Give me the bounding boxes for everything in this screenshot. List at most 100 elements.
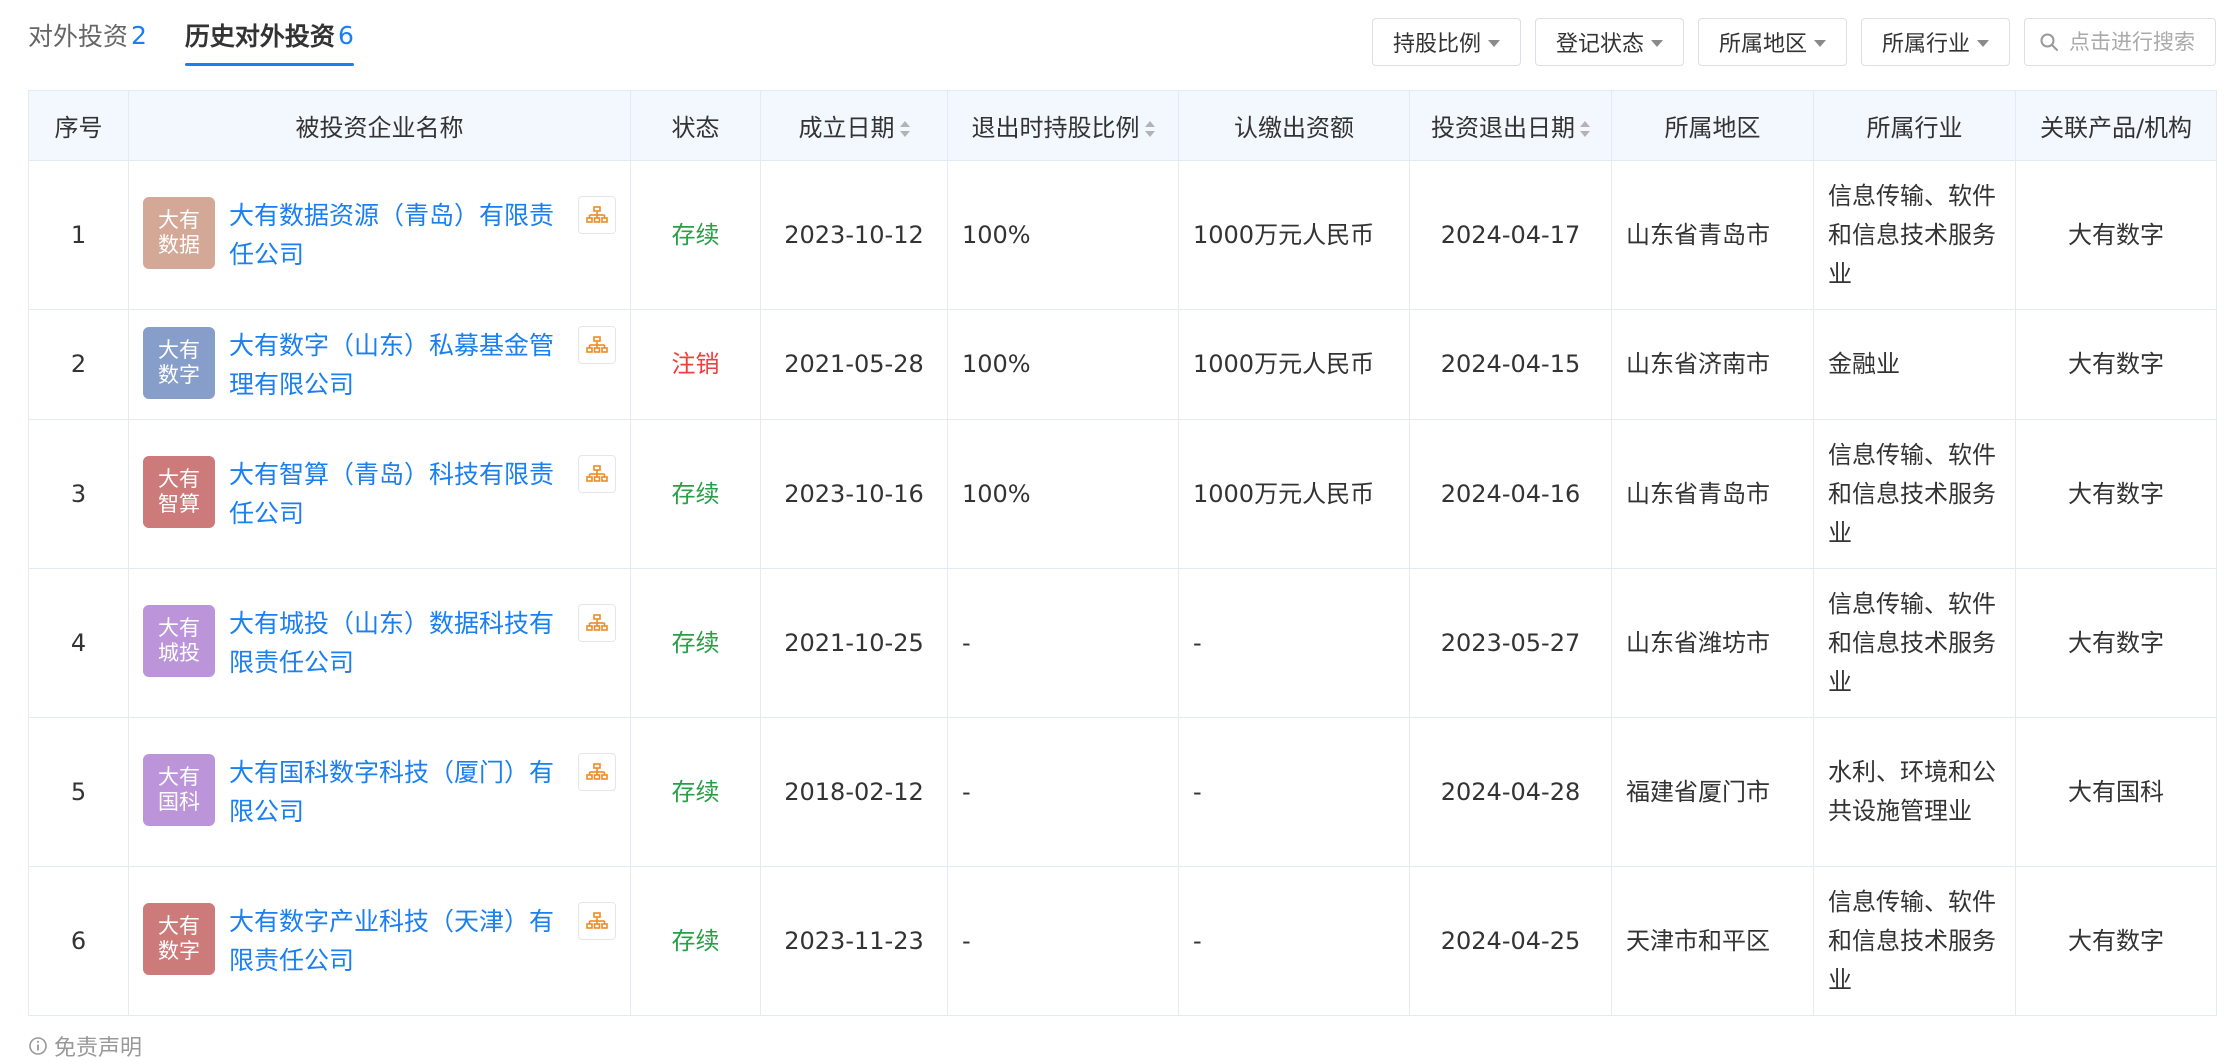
region-filter[interactable]: 所属地区 <box>1697 18 1847 66</box>
caret-down-icon <box>1650 39 1663 47</box>
founded-date: 2023-10-12 <box>760 160 948 310</box>
row-index: 4 <box>28 568 129 718</box>
exit-date: 2024-04-28 <box>1409 717 1612 867</box>
exit-ratio: - <box>947 866 1179 1016</box>
status-badge: 存续 <box>630 866 761 1016</box>
company-cell: 大有智算 大有智算（青岛）科技有限责任公司 <box>128 419 631 569</box>
caret-down-icon <box>1977 39 1989 47</box>
org-chart-icon <box>586 206 608 223</box>
company-name-link[interactable]: 大有数字产业科技（天津）有限责任公司 <box>229 902 566 980</box>
col-header-related-product: 关联产品/机构 <box>2015 90 2217 161</box>
col-header-exit-ratio[interactable]: 退出时持股比例 <box>947 90 1179 161</box>
equity-structure-button[interactable] <box>578 753 616 791</box>
investment-table: 序号 被投资企业名称 状态 成立日期 退出时持股比例 认缴出资额 投资退出日期 … <box>28 90 2217 1016</box>
col-header-company-name: 被投资企业名称 <box>128 90 631 161</box>
industry: 信息传输、软件和信息技术服务业 <box>1813 419 2016 569</box>
region: 山东省青岛市 <box>1611 160 1814 310</box>
company-logo: 大有数字 <box>143 903 215 975</box>
exit-date: 2024-04-17 <box>1409 160 1612 310</box>
region: 天津市和平区 <box>1611 866 1814 1016</box>
company-cell: 大有数据 大有数据资源（青岛）有限责任公司 <box>128 160 631 310</box>
filter-bar: 持股比例 登记状态 所属地区 所属行业 <box>1358 18 2216 66</box>
sort-icon <box>1144 120 1155 138</box>
equity-structure-button[interactable] <box>578 325 616 364</box>
equity-structure-button[interactable] <box>578 196 616 234</box>
shareholding-ratio-filter[interactable]: 持股比例 <box>1371 18 1521 66</box>
founded-date: 2018-02-12 <box>760 717 948 867</box>
col-header-exit-date[interactable]: 投资退出日期 <box>1409 90 1612 161</box>
org-chart-icon <box>586 614 608 631</box>
col-header-index: 序号 <box>28 90 129 161</box>
filter-label: 所属行业 <box>1881 32 1970 57</box>
registration-status-filter[interactable]: 登记状态 <box>1534 18 1684 66</box>
company-name-link[interactable]: 大有智算（青岛）科技有限责任公司 <box>229 455 566 533</box>
status-badge: 注销 <box>630 309 761 420</box>
disclaimer[interactable]: 免责声明 <box>28 1030 142 1062</box>
col-header-status: 状态 <box>630 90 761 161</box>
exit-date: 2024-04-16 <box>1409 419 1612 569</box>
org-chart-icon <box>586 763 608 780</box>
company-logo: 大有国科 <box>143 754 215 826</box>
col-header-founded-date[interactable]: 成立日期 <box>760 90 948 161</box>
subscribed-capital: 1000万元人民币 <box>1178 160 1410 310</box>
related-product-link[interactable]: 大有数字 <box>2015 160 2217 310</box>
related-product-link[interactable]: 大有数字 <box>2015 419 2217 569</box>
tabs: 对外投资 2 历史对外投资 6 <box>28 0 392 70</box>
subscribed-capital: 1000万元人民币 <box>1178 309 1410 420</box>
col-header-subscribed-capital: 认缴出资额 <box>1178 90 1410 161</box>
industry-filter[interactable]: 所属行业 <box>1860 18 2010 66</box>
subscribed-capital: 1000万元人民币 <box>1178 419 1410 569</box>
company-cell: 大有数字 大有数字产业科技（天津）有限责任公司 <box>128 866 631 1016</box>
row-index: 3 <box>28 419 129 569</box>
exit-date: 2024-04-15 <box>1409 309 1612 420</box>
company-name-link[interactable]: 大有城投（山东）数据科技有限责任公司 <box>229 604 566 682</box>
table-header-row: 序号 被投资企业名称 状态 成立日期 退出时持股比例 认缴出资额 投资退出日期 … <box>28 90 2217 161</box>
equity-structure-button[interactable] <box>578 604 616 642</box>
related-product-link[interactable]: 大有国科 <box>2015 717 2217 867</box>
exit-ratio: 100% <box>947 419 1179 569</box>
equity-structure-button[interactable] <box>578 455 616 493</box>
related-product-link[interactable]: 大有数字 <box>2015 866 2217 1016</box>
exit-ratio: - <box>947 568 1179 718</box>
founded-date: 2021-05-28 <box>760 309 948 420</box>
industry: 信息传输、软件和信息技术服务业 <box>1813 866 2016 1016</box>
search-input[interactable] <box>2067 29 2211 55</box>
related-product-link[interactable]: 大有数字 <box>2015 309 2217 420</box>
table-row: 3 大有智算 大有智算（青岛）科技有限责任公司 存续 2023-10-16 100% 100… <box>28 419 2217 569</box>
company-name-link[interactable]: 大有数据资源（青岛）有限责任公司 <box>229 196 566 274</box>
industry: 信息传输、软件和信息技术服务业 <box>1813 568 2016 718</box>
company-cell: 大有数字 大有数字（山东）私募基金管理有限公司 <box>128 309 631 420</box>
related-product-link[interactable]: 大有数字 <box>2015 568 2217 718</box>
equity-structure-button[interactable] <box>578 902 616 940</box>
table-row: 5 大有国科 大有国科数字科技（厦门）有限公司 存续 2018-02-12- -2024-… <box>28 717 2217 867</box>
exit-ratio: - <box>947 717 1179 867</box>
subscribed-capital: - <box>1178 568 1410 718</box>
exit-date: 2024-04-25 <box>1409 866 1612 1016</box>
search-box <box>2024 18 2216 66</box>
filter-label: 所属地区 <box>1718 32 1807 57</box>
tab-outbound-investment[interactable]: 对外投资 2 <box>28 0 147 70</box>
company-logo: 大有智算 <box>143 456 215 528</box>
sort-icon <box>1580 120 1590 138</box>
industry: 金融业 <box>1813 309 2016 420</box>
caret-down-icon <box>1813 39 1826 47</box>
subscribed-capital: - <box>1178 866 1410 1016</box>
company-name-link[interactable]: 大有国科数字科技（厦门）有限公司 <box>229 753 566 831</box>
col-header-industry: 所属行业 <box>1813 90 2016 161</box>
region: 山东省济南市 <box>1611 309 1814 420</box>
company-cell: 大有城投 大有城投（山东）数据科技有限责任公司 <box>128 568 631 718</box>
status-badge: 存续 <box>630 160 761 310</box>
sort-icon <box>899 120 910 138</box>
filter-label: 持股比例 <box>1392 32 1481 57</box>
region: 山东省青岛市 <box>1611 419 1814 569</box>
region: 山东省潍坊市 <box>1611 568 1814 718</box>
company-name-link[interactable]: 大有数字（山东）私募基金管理有限公司 <box>229 326 566 404</box>
company-logo: 大有数字 <box>143 326 215 399</box>
exit-date: 2023-05-27 <box>1409 568 1612 718</box>
status-badge: 存续 <box>630 419 761 569</box>
tab-historical-outbound-investment[interactable]: 历史对外投资 6 <box>184 0 354 70</box>
col-header-region: 所属地区 <box>1611 90 1814 161</box>
industry: 信息传输、软件和信息技术服务业 <box>1813 160 2016 310</box>
table-row: 1 大有数据 大有数据资源（青岛）有限责任公司 存续 2023-10-12 100% 100… <box>28 160 2217 310</box>
region: 福建省厦门市 <box>1611 717 1814 867</box>
